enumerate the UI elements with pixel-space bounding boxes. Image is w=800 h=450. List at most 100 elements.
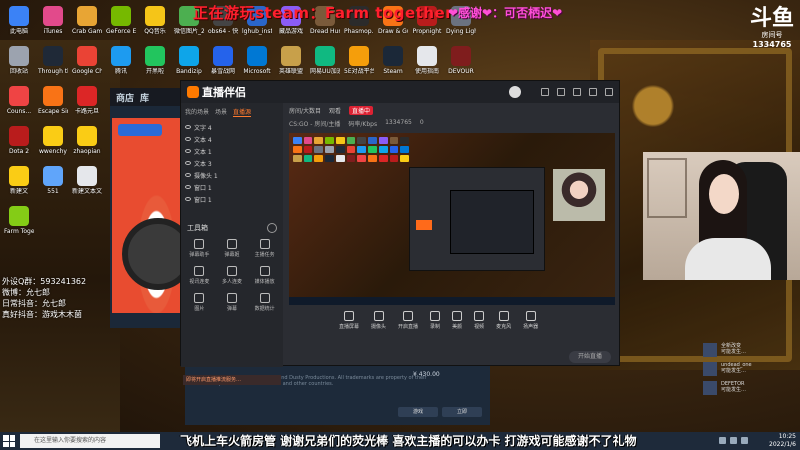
desktop-icon[interactable]: Through the Wire Sour...: [38, 46, 68, 75]
taskbar-search-input[interactable]: 在这里输入你要搜索的内容: [20, 434, 160, 448]
desktop-icon[interactable]: DEVOUR: [446, 46, 476, 75]
source-label: 文本 3: [194, 160, 212, 168]
desktop-icon[interactable]: 5E对战平台: [344, 46, 374, 75]
desktop-icon[interactable]: 此电脑: [4, 6, 34, 35]
scene-panel: 我的场景 场景 直播源 文字 4 文本 4 文本 1 文本 3 摄像头 1 窗口 1 窗口 …: [181, 103, 283, 385]
minimize-icon[interactable]: [573, 88, 581, 96]
category-label[interactable]: CS:GO - 房间/主播: [289, 119, 340, 128]
close-icon[interactable]: [605, 88, 613, 96]
list-item[interactable]: undead_one 可能发生…: [703, 362, 800, 376]
list-item[interactable]: 全新改变 可能发生…: [703, 343, 800, 357]
ime-icon[interactable]: [741, 437, 748, 444]
store-button-2[interactable]: 立即: [442, 407, 482, 417]
desktop-icon[interactable]: wwenchy: [38, 126, 68, 155]
desktop-icon[interactable]: Couns...: [4, 86, 34, 115]
bottom-tool-button[interactable]: 摄像头: [371, 311, 386, 330]
start-live-button[interactable]: 开始直播: [569, 351, 611, 363]
desktop-icon[interactable]: 551: [38, 166, 68, 195]
desktop-icon[interactable]: Crab Game: [72, 6, 102, 35]
bottom-tool-button[interactable]: 扬声器: [523, 311, 538, 330]
toolbox-item[interactable]: 多人连麦: [216, 266, 249, 285]
desktop-icon[interactable]: iTunes: [38, 6, 68, 35]
toolbox-item[interactable]: 图片: [183, 293, 216, 312]
toolbox-item[interactable]: 弹幕: [216, 293, 249, 312]
source-item[interactable]: 摄像头 1: [181, 169, 283, 181]
desktop-icon[interactable]: 使用指南: [412, 46, 442, 75]
preview-icon: [325, 146, 334, 153]
toolbox-item[interactable]: 弹幕助手: [183, 239, 216, 258]
desktop-icon[interactable]: QQ音乐: [140, 6, 170, 35]
thanks-banner: ❤感谢❤：可否栖迟❤: [448, 6, 563, 20]
tab-sources[interactable]: 直播源: [233, 107, 252, 117]
desktop-icon[interactable]: 新建文本文档 (3): [72, 166, 102, 195]
visibility-eye-icon[interactable]: [185, 197, 191, 201]
bottom-tool-button[interactable]: 美颜: [452, 311, 462, 330]
avatar[interactable]: [509, 86, 521, 98]
desktop-icon[interactable]: Dota 2: [4, 126, 34, 155]
desktop-icon[interactable]: Farm Together: [4, 206, 34, 235]
taskbar-clock[interactable]: 10:25 2022/1/6: [769, 433, 796, 449]
toolbox-item[interactable]: 弹幕姬: [216, 239, 249, 258]
toolbox-header: 工具箱: [181, 223, 283, 233]
visibility-eye-icon[interactable]: [185, 185, 191, 189]
visibility-eye-icon[interactable]: [185, 173, 191, 177]
desktop-icon[interactable]: 卡路元旦: [72, 86, 102, 115]
nested-app-window: [409, 167, 545, 271]
desktop-icon[interactable]: zhaopian: [72, 126, 102, 155]
toolbox-more-icon[interactable]: [267, 223, 277, 233]
desktop-icon-label: Through the Wire Sour...: [38, 68, 68, 75]
settings-icon[interactable]: [541, 88, 549, 96]
toolbox-item[interactable]: 视讯连麦: [183, 266, 216, 285]
desktop-icon[interactable]: 英雄联盟: [276, 46, 306, 75]
steam-window[interactable]: 商店 库: [110, 88, 194, 328]
desktop-icon-label: Crab Game: [72, 28, 102, 35]
desktop-icon[interactable]: Microsoft: [242, 46, 272, 75]
bottom-tool-button[interactable]: 开启直播: [398, 311, 418, 330]
visibility-eye-icon[interactable]: [185, 149, 191, 153]
desktop-icon[interactable]: 暴雪战网: [208, 46, 238, 75]
store-button-1[interactable]: 游戏: [398, 407, 438, 417]
tab-my-scenes[interactable]: 我的场景: [185, 107, 209, 117]
preview-icon: [400, 146, 409, 153]
source-item[interactable]: 文字 4: [181, 121, 283, 133]
visibility-eye-icon[interactable]: [185, 161, 191, 165]
stream-preview[interactable]: [289, 133, 615, 305]
desktop-icon[interactable]: 开黑啦: [140, 46, 170, 75]
visibility-eye-icon[interactable]: [185, 137, 191, 141]
menu-icon[interactable]: [557, 88, 565, 96]
desktop-icon[interactable]: 腾讯: [106, 46, 136, 75]
source-item[interactable]: 窗口 1: [181, 181, 283, 193]
source-item[interactable]: 文本 3: [181, 157, 283, 169]
preview-icon: [357, 155, 367, 162]
network-icon[interactable]: [719, 437, 726, 444]
toolbox-item[interactable]: 数据统计: [248, 293, 281, 312]
desktop-icon[interactable]: Google Chrome: [72, 46, 102, 75]
visibility-eye-icon[interactable]: [185, 125, 191, 129]
source-item[interactable]: 文本 4: [181, 133, 283, 145]
desktop-icon[interactable]: Escape Simulator: [38, 86, 68, 115]
bottom-tool-icon: [430, 311, 441, 321]
volume-icon[interactable]: [730, 437, 737, 444]
bottom-tool-button[interactable]: 录制: [430, 311, 440, 330]
windows-start-icon[interactable]: [3, 435, 15, 447]
source-item[interactable]: 文本 1: [181, 145, 283, 157]
list-item[interactable]: DEFETOR 可能发生…: [703, 381, 800, 395]
bottom-tool-button[interactable]: 麦克风: [496, 311, 511, 330]
desktop-icon-label: Propnight: [412, 28, 442, 35]
steam-tab-library[interactable]: 库: [140, 91, 149, 104]
source-item[interactable]: 窗口 1: [181, 193, 283, 205]
steam-tab-store[interactable]: 商店: [116, 91, 134, 104]
tab-scenes[interactable]: 场景: [215, 107, 227, 117]
desktop-icon[interactable]: GeForce Experience: [106, 6, 136, 35]
desktop-icon[interactable]: Bandizip: [174, 46, 204, 75]
desktop-icon[interactable]: 网易UU加速: [310, 46, 340, 75]
toolbox-item[interactable]: 主播任务: [248, 239, 281, 258]
streaming-app-window[interactable]: 直播伴侣 我的场景 场景 直播源 文字 4 文本 4 文本 1 文本 3 摄像头 1 窗口…: [180, 80, 620, 385]
bottom-tool-button[interactable]: 视频: [474, 311, 484, 330]
desktop-icon[interactable]: Steam: [378, 46, 408, 75]
desktop-icon[interactable]: 回收站: [4, 46, 34, 75]
desktop-icon[interactable]: 新建文: [4, 166, 34, 195]
bottom-tool-button[interactable]: 直播屏幕: [339, 311, 359, 330]
maximize-icon[interactable]: [589, 88, 597, 96]
toolbox-item[interactable]: 媒体播放: [248, 266, 281, 285]
